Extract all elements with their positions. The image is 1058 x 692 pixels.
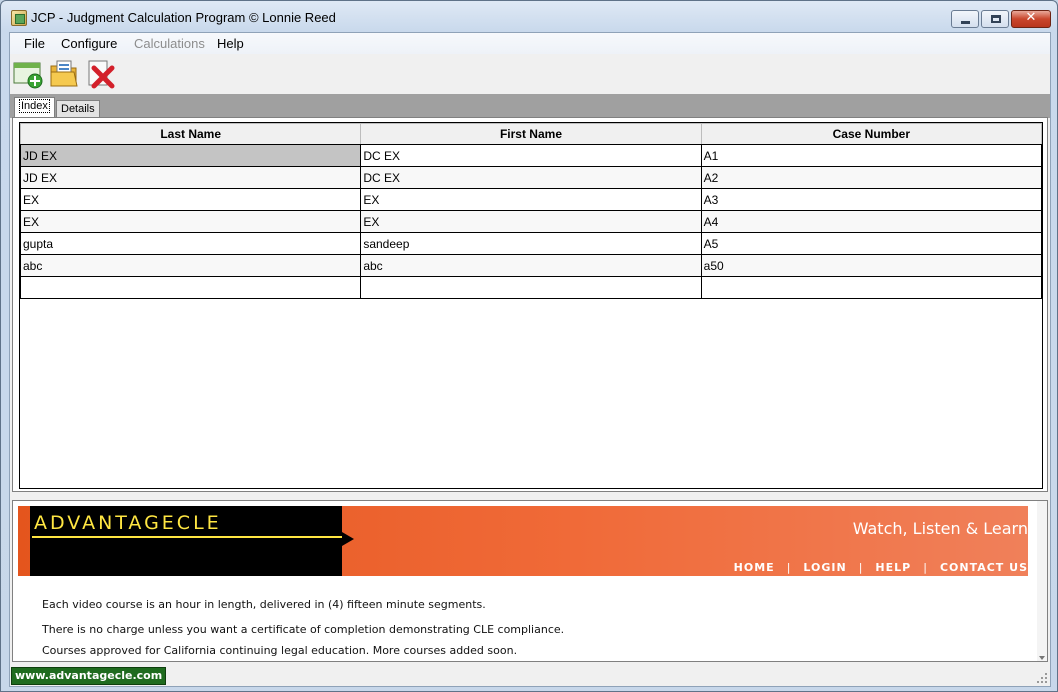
logo-arrow-icon [342, 532, 354, 546]
toolbar [10, 55, 1050, 93]
table-row[interactable]: gupta sandeep A5 [20, 232, 1042, 255]
ad-scrollbar[interactable] [1037, 501, 1047, 661]
grid-header-row: Last Name First Name Case Number [20, 123, 1042, 145]
table-row[interactable]: JD EX DC EX A2 [20, 166, 1042, 189]
ad-browser-panel: ADVANTAGECLE Watch, Listen & Learn HOME … [12, 500, 1048, 662]
cell-case-number[interactable]: A4 [700, 210, 1042, 233]
tab-strip [10, 94, 1050, 118]
cell-first-name[interactable]: abc [360, 254, 702, 277]
menu-calculations-label: Calculations [134, 36, 205, 51]
cell-last-name[interactable] [20, 276, 362, 299]
menu-configure[interactable]: Configure [61, 36, 117, 51]
column-header-last-name[interactable]: Last Name [20, 123, 362, 145]
scroll-down-icon[interactable] [1039, 656, 1045, 660]
cell-first-name[interactable]: sandeep [360, 232, 702, 255]
cell-last-name[interactable]: EX [20, 210, 362, 233]
cell-last-name[interactable]: abc [20, 254, 362, 277]
cell-case-number[interactable]: A1 [700, 144, 1042, 167]
menu-file-label: File [24, 36, 45, 51]
cell-case-number[interactable]: a50 [700, 254, 1042, 277]
records-grid[interactable]: Last Name First Name Case Number JD EX D… [19, 122, 1043, 489]
cell-last-name[interactable]: EX [20, 188, 362, 211]
ad-nav-login[interactable]: LOGIN [803, 561, 846, 574]
menu-help-label: Help [217, 36, 244, 51]
cell-last-name[interactable]: JD EX [20, 144, 362, 167]
tab-details-label: Details [61, 103, 95, 115]
title-bar[interactable]: JCP - Judgment Calculation Program © Lon… [1, 1, 1057, 33]
cell-first-name[interactable]: EX [360, 188, 702, 211]
tab-details[interactable]: Details [56, 100, 100, 118]
panel-splitter[interactable] [10, 494, 1050, 499]
ad-nav-help[interactable]: HELP [875, 561, 911, 574]
column-header-case-number[interactable]: Case Number [700, 123, 1042, 145]
resize-grip-icon[interactable] [1036, 672, 1048, 684]
cell-last-name[interactable]: JD EX [20, 166, 362, 189]
cell-case-number[interactable]: A3 [700, 188, 1042, 211]
minimize-button[interactable] [951, 10, 979, 28]
add-record-button[interactable] [12, 58, 44, 90]
delete-icon [88, 60, 115, 89]
table-row[interactable]: EX EX A3 [20, 188, 1042, 211]
index-tab-panel: Last Name First Name Case Number JD EX D… [12, 117, 1048, 492]
ad-text-line: There is no charge unless you want a cer… [42, 623, 565, 636]
ad-nav-home[interactable]: HOME [734, 561, 775, 574]
advantagecle-logo[interactable]: ADVANTAGECLE [30, 506, 344, 576]
window-controls: ✕ [949, 10, 1051, 28]
menu-file[interactable]: File [24, 36, 45, 51]
window-title: JCP - Judgment Calculation Program © Lon… [31, 10, 336, 25]
menu-help[interactable]: Help [217, 36, 244, 51]
nav-separator: | [858, 561, 864, 574]
nav-separator: | [786, 561, 792, 574]
new-row[interactable] [20, 276, 1042, 299]
nav-separator: | [923, 561, 928, 574]
logo-text: ADVANTAGECLE [34, 512, 222, 534]
add-window-icon [13, 62, 43, 89]
table-row[interactable]: abc abc a50 [20, 254, 1042, 277]
ad-text-line: Each video course is an hour in length, … [42, 598, 486, 611]
close-button[interactable]: ✕ [1011, 10, 1051, 28]
status-bar: www.advantagecle.com [10, 664, 1050, 686]
cell-first-name[interactable]: DC EX [360, 166, 702, 189]
column-header-first-name[interactable]: First Name [360, 123, 702, 145]
menu-bar: File Configure Calculations Help [10, 33, 1050, 54]
table-row[interactable]: JD EX DC EX A1 [20, 144, 1042, 167]
app-icon[interactable] [11, 10, 27, 26]
open-record-button[interactable] [48, 58, 80, 90]
app-window: JCP - Judgment Calculation Program © Lon… [0, 0, 1058, 692]
website-link[interactable]: www.advantagecle.com [11, 667, 167, 685]
cell-case-number[interactable]: A2 [700, 166, 1042, 189]
cell-last-name[interactable]: gupta [20, 232, 362, 255]
tab-index-label: Index [19, 99, 50, 113]
ad-banner: ADVANTAGECLE Watch, Listen & Learn HOME … [18, 506, 1028, 576]
cell-case-number[interactable] [700, 276, 1042, 299]
maximize-icon [991, 15, 1001, 23]
cell-first-name[interactable] [360, 276, 702, 299]
minimize-icon [961, 21, 970, 24]
menu-calculations[interactable]: Calculations [134, 36, 205, 51]
ad-nav-contact[interactable]: CONTACT US [940, 561, 1028, 574]
delete-record-button[interactable] [84, 58, 116, 90]
tab-index[interactable]: Index [14, 97, 55, 117]
cell-first-name[interactable]: EX [360, 210, 702, 233]
logo-underline [32, 536, 344, 538]
table-row[interactable]: EX EX A4 [20, 210, 1042, 233]
records-table: Last Name First Name Case Number JD EX D… [20, 123, 1042, 299]
open-folder-icon [50, 60, 78, 87]
close-icon: ✕ [1025, 10, 1037, 25]
cell-case-number[interactable]: A5 [700, 232, 1042, 255]
ad-nav: HOME | LOGIN | HELP | CONTACT US [734, 561, 1028, 574]
cell-first-name[interactable]: DC EX [360, 144, 702, 167]
maximize-button[interactable] [981, 10, 1009, 28]
ad-text-line: Courses approved for California continui… [42, 644, 518, 657]
ad-tagline: Watch, Listen & Learn [852, 519, 1028, 538]
menu-configure-label: Configure [61, 36, 118, 51]
client-area: File Configure Calculations Help Index D… [9, 32, 1051, 687]
